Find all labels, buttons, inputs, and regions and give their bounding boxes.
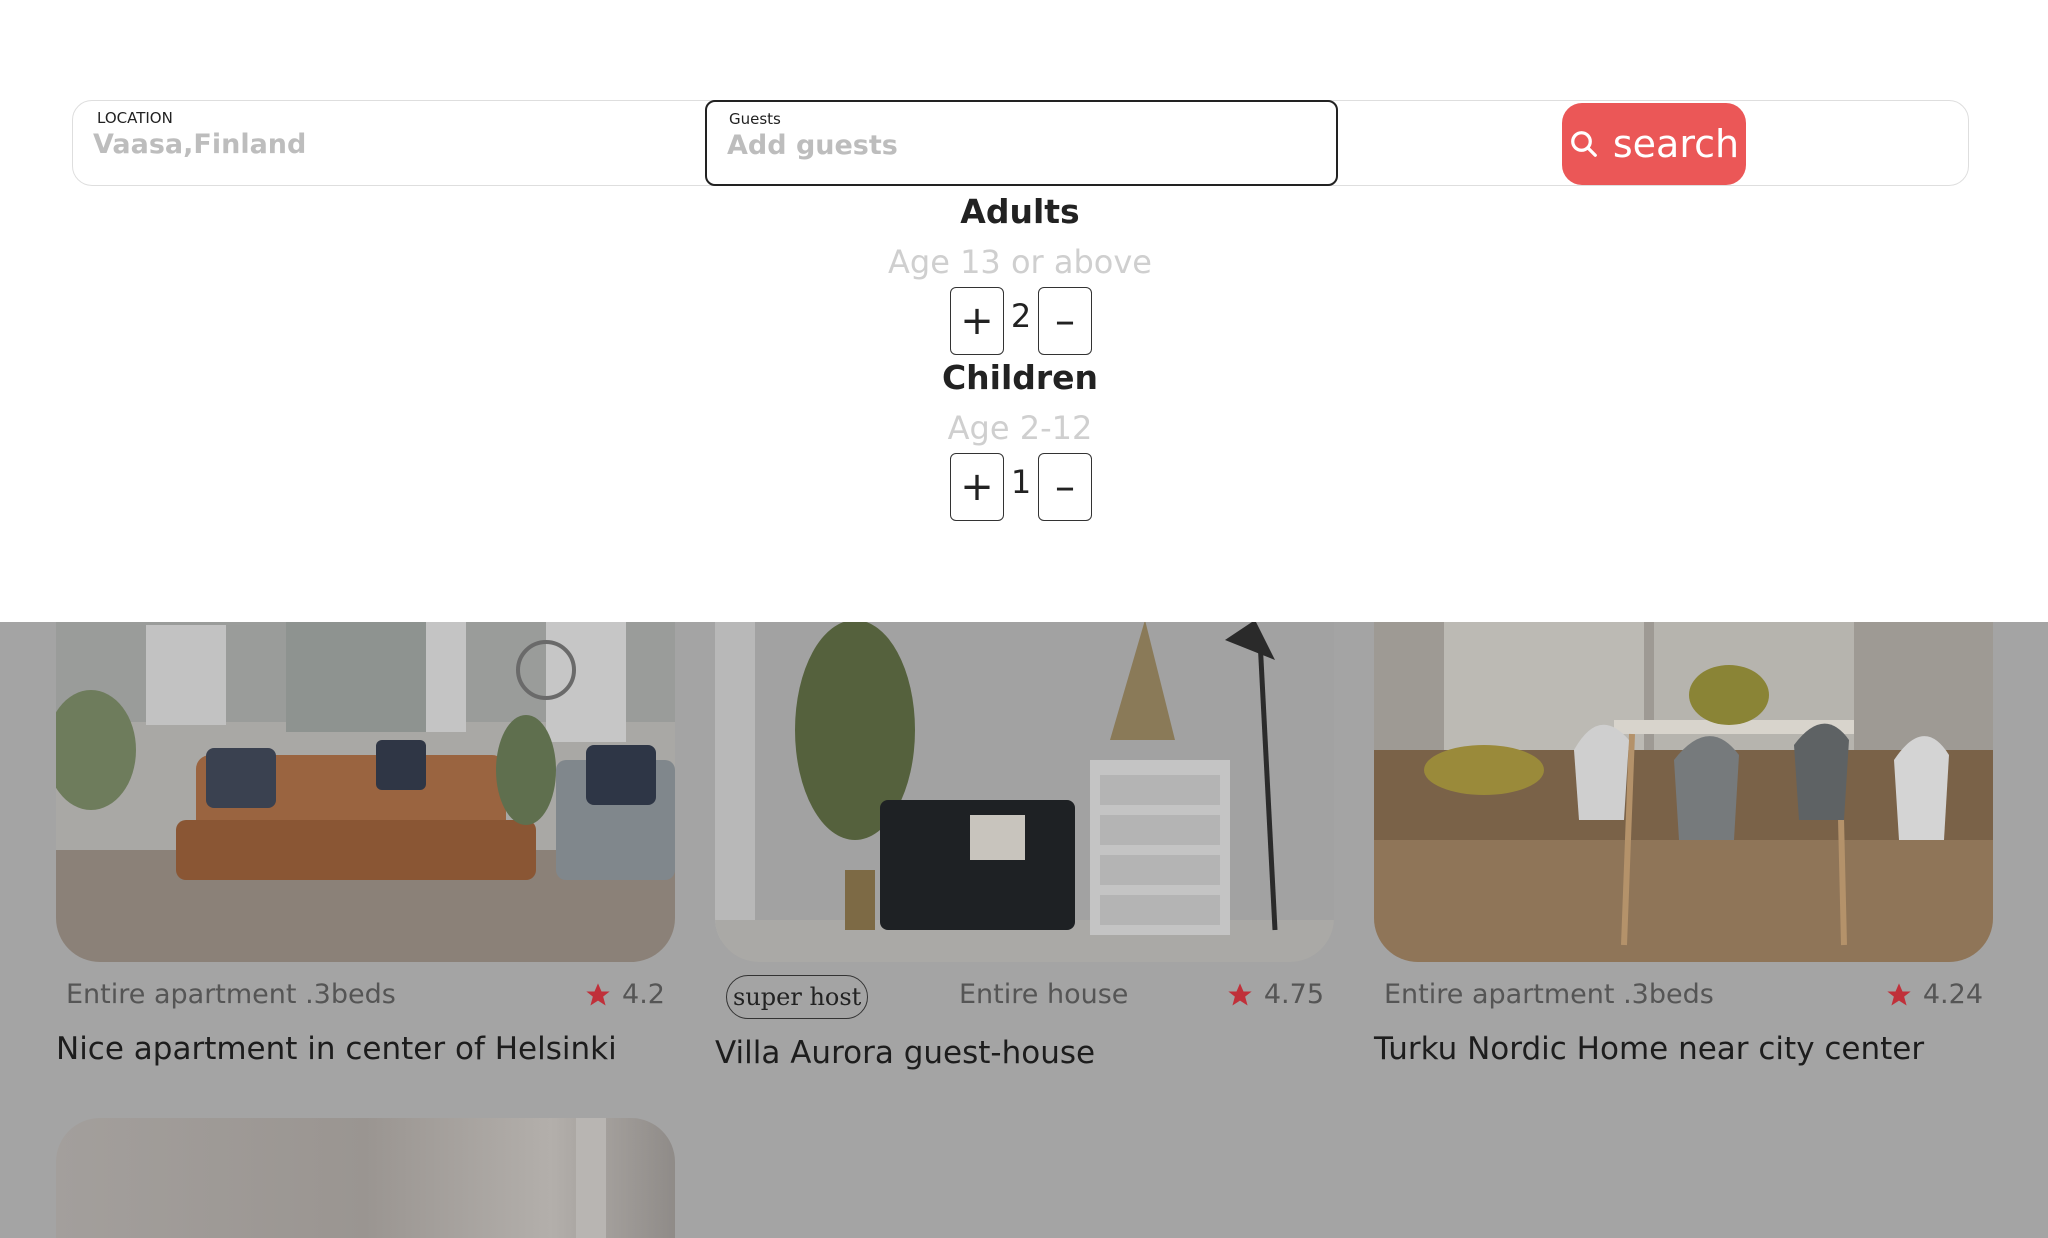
listing-rating: 4.2 bbox=[584, 979, 665, 1010]
listing-title[interactable]: Nice apartment in center of Helsinki bbox=[56, 1031, 617, 1067]
rating-value: 4.2 bbox=[622, 979, 665, 1010]
listing-title[interactable]: Turku Nordic Home near city center bbox=[1374, 1031, 1924, 1067]
guests-label: Guests bbox=[729, 110, 781, 128]
children-stepper: + 1 – bbox=[850, 453, 1190, 525]
children-count: 1 bbox=[1010, 463, 1032, 501]
star-icon bbox=[1887, 982, 1911, 1005]
search-panel: LOCATION Vaasa,Finland Guests Add guests… bbox=[0, 0, 2048, 622]
adults-increment-button[interactable]: + bbox=[950, 287, 1004, 355]
children-subtitle: Age 2-12 bbox=[947, 409, 1093, 447]
children-title: Children bbox=[941, 358, 1099, 397]
star-icon bbox=[586, 982, 610, 1005]
children-group: Children Age 2-12 + 1 – bbox=[850, 358, 1190, 525]
adults-stepper: + 2 – bbox=[850, 287, 1190, 359]
rating-value: 4.24 bbox=[1922, 979, 1983, 1010]
listing-rating: 4.75 bbox=[1226, 979, 1324, 1010]
guests-input[interactable]: Add guests bbox=[727, 130, 898, 161]
children-increment-button[interactable]: + bbox=[950, 453, 1004, 521]
listing-photo[interactable] bbox=[56, 1118, 675, 1238]
listing-rating: 4.24 bbox=[1885, 979, 1983, 1010]
star-icon bbox=[1228, 982, 1252, 1005]
location-field[interactable]: LOCATION Vaasa,Finland bbox=[73, 101, 705, 187]
adults-title: Adults bbox=[960, 192, 1080, 231]
listing-type: Entire apartment .3beds bbox=[1384, 979, 1714, 1010]
adults-group: Adults Age 13 or above + 2 – bbox=[850, 192, 1190, 359]
listing-meta: Entire apartment .3beds 4.24 bbox=[1374, 975, 1993, 1019]
guests-field[interactable]: Guests Add guests bbox=[705, 100, 1338, 186]
listing-title[interactable]: Villa Aurora guest-house bbox=[715, 1035, 1095, 1071]
superhost-badge: super host bbox=[726, 975, 869, 1019]
search-button[interactable]: search bbox=[1562, 103, 1746, 185]
rating-value: 4.75 bbox=[1263, 979, 1324, 1010]
location-value[interactable]: Vaasa,Finland bbox=[93, 129, 306, 160]
children-decrement-button[interactable]: – bbox=[1038, 453, 1092, 521]
listing-type: Entire house bbox=[959, 979, 1129, 1010]
adults-count: 2 bbox=[1010, 297, 1032, 335]
listing-meta: super host Entire house 4.75 bbox=[715, 975, 1334, 1019]
search-bar: LOCATION Vaasa,Finland Guests Add guests… bbox=[72, 100, 1969, 186]
listing-type: Entire apartment .3beds bbox=[66, 979, 396, 1010]
adults-subtitle: Age 13 or above bbox=[888, 243, 1152, 281]
listing-meta: Entire apartment .3beds 4.2 bbox=[56, 975, 675, 1019]
location-label: LOCATION bbox=[97, 109, 173, 127]
adults-decrement-button[interactable]: – bbox=[1038, 287, 1092, 355]
search-icon bbox=[1571, 131, 1597, 157]
search-button-label: search bbox=[1612, 122, 1740, 166]
